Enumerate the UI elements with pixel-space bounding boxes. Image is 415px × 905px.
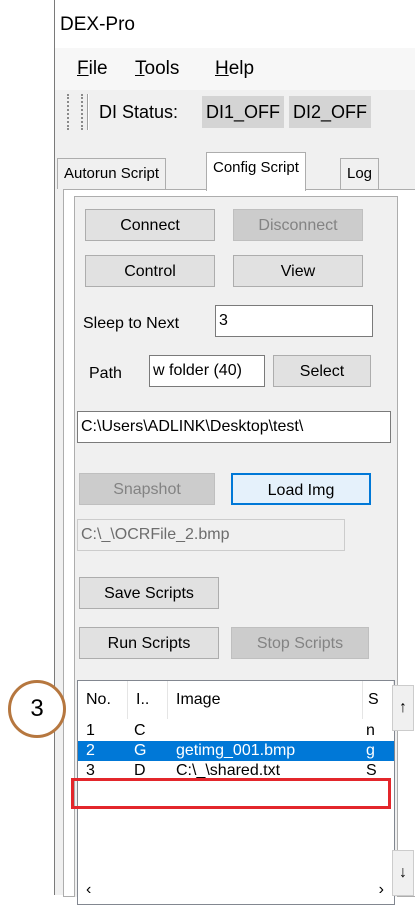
sleep-label: Sleep to Next [83, 315, 180, 332]
step-callout: 3 [8, 680, 66, 738]
di2-status: DI2_OFF [289, 96, 372, 128]
sleep-input[interactable]: 3 [215, 305, 373, 337]
horizontal-scrollbar[interactable]: ‹ › [80, 881, 392, 903]
di-status-label: DI Status: [99, 102, 179, 122]
cell-image: getimg_001.bmp [176, 742, 296, 759]
disconnect-button[interactable]: Disconnect [233, 209, 363, 241]
view-button[interactable]: View [233, 255, 363, 287]
tab-log[interactable]: Log [340, 158, 380, 189]
toolbar-grip[interactable] [67, 94, 83, 130]
save-scripts-button[interactable]: Save Scripts [79, 577, 219, 609]
list-header: No. I.. Image S [78, 681, 394, 719]
path-label: Path [89, 365, 122, 382]
stop-scripts-button[interactable]: Stop Scripts [231, 627, 369, 659]
cell-i: G [134, 742, 147, 759]
menu-help[interactable]: Help [215, 58, 254, 80]
cell-s: g [366, 742, 375, 759]
control-button[interactable]: Control [85, 255, 215, 287]
scroll-left-icon[interactable]: ‹ [86, 881, 91, 899]
title-bar: DEX-Pro [55, 0, 415, 48]
col-header-image[interactable]: Image [168, 681, 363, 719]
cell-no: 2 [86, 742, 95, 759]
col-header-s[interactable]: S [363, 681, 394, 719]
table-row-selected[interactable]: 2 G getimg_001.bmp g [78, 741, 394, 761]
arrow-down-icon: ↓ [399, 864, 407, 881]
toolbar-separator [87, 94, 89, 130]
di1-status: DI1_OFF [202, 96, 285, 128]
run-scripts-button[interactable]: Run Scripts [79, 627, 219, 659]
window-title: DEX-Pro [60, 14, 135, 35]
cell-s: n [366, 722, 375, 739]
scroll-right-icon[interactable]: › [379, 881, 384, 899]
col-header-no[interactable]: No. [78, 681, 128, 719]
tab-autorun-script[interactable]: Autorun Script [57, 158, 167, 189]
menu-file-label: File [77, 58, 108, 79]
cell-no: 1 [86, 722, 95, 739]
arrow-up-icon: ↑ [399, 699, 407, 716]
app-window: DEX-Pro File Tools Help DI Status: DI1_O… [54, 0, 415, 905]
image-path-field: C:\_\OCRFile_2.bmp [77, 519, 345, 551]
path-input[interactable]: w folder (40) [149, 355, 265, 387]
status-toolbar: DI Status: DI1_OFF DI2_OFF [55, 90, 415, 134]
connect-button[interactable]: Connect [85, 209, 215, 241]
folder-path-input[interactable]: C:\Users\ADLINK\Desktop\test\ [77, 411, 391, 443]
load-img-button[interactable]: Load Img [231, 473, 371, 505]
selection-highlight-box [71, 778, 391, 809]
menu-bar: File Tools Help [55, 48, 415, 90]
menu-help-label: Help [215, 58, 255, 79]
tab-strip: Autorun Script Config Script Log [55, 150, 415, 191]
col-header-i[interactable]: I.. [128, 681, 168, 719]
move-down-button[interactable]: ↓ [392, 850, 414, 896]
select-button[interactable]: Select [273, 355, 371, 387]
snapshot-button[interactable]: Snapshot [79, 473, 215, 505]
table-row[interactable]: 1 C n [78, 721, 394, 741]
menu-file[interactable]: File [77, 58, 108, 80]
tab-config-script[interactable]: Config Script [206, 152, 306, 191]
menu-tools[interactable]: Tools [135, 58, 179, 80]
menu-tools-label: Tools [135, 58, 180, 79]
move-up-button[interactable]: ↑ [392, 685, 414, 731]
cell-i: C [134, 722, 146, 739]
